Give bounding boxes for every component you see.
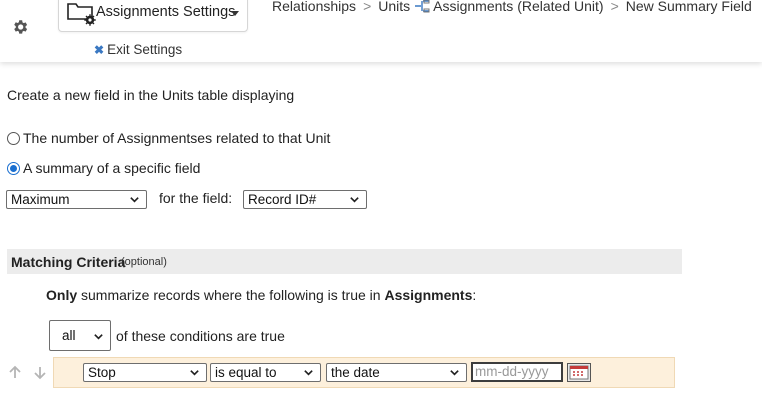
aggregate-select[interactable]: Maximum xyxy=(6,190,147,209)
date-placeholder: mm-dd-yyyy xyxy=(475,364,549,379)
breadcrumb-separator: > xyxy=(610,0,619,14)
chevron-down-icon xyxy=(304,370,313,376)
relationship-icon xyxy=(415,0,430,13)
all-any-value: all xyxy=(62,328,76,343)
arrow-up-icon[interactable] xyxy=(8,365,22,380)
settings-label: Assignments Settings xyxy=(96,4,236,20)
breadcrumb-units[interactable]: Units xyxy=(378,0,410,14)
radio-count[interactable] xyxy=(7,131,20,145)
only-table: Assignments xyxy=(384,287,473,303)
exit-settings-label: Exit Settings xyxy=(107,42,183,57)
exit-settings-link[interactable]: ✖ Exit Settings xyxy=(94,42,182,57)
option-summary-label: A summary of a specific field xyxy=(23,160,201,176)
option-summary-radio[interactable]: A summary of a specific field xyxy=(7,160,200,176)
breadcrumb-relationships[interactable]: Relationships xyxy=(272,0,356,14)
arrow-down-icon[interactable] xyxy=(33,365,47,380)
breadcrumb-current: New Summary Field xyxy=(625,0,752,14)
condition-operator-select[interactable]: is equal to xyxy=(210,363,321,382)
intro-text: Create a new field in the Units table di… xyxy=(7,87,295,103)
option-count-label: The number of Assignmentses related to t… xyxy=(23,130,331,146)
condition-operator-value: is equal to xyxy=(215,365,277,380)
conditions-text: of these conditions are true xyxy=(116,328,285,344)
matching-criteria-optional: (optional) xyxy=(121,256,167,268)
field-value: Record ID# xyxy=(248,192,317,207)
condition-field-select[interactable]: Stop xyxy=(83,363,207,382)
chevron-down-icon xyxy=(190,370,199,376)
chevron-down-icon xyxy=(450,370,459,376)
all-any-select[interactable]: all xyxy=(49,320,111,351)
condition-value-type-select[interactable]: the date xyxy=(326,363,467,382)
condition-field-value: Stop xyxy=(88,365,116,380)
radio-summary[interactable] xyxy=(7,161,20,175)
only-label: Only xyxy=(46,287,78,303)
condition-date-input[interactable]: mm-dd-yyyy xyxy=(471,362,563,382)
top-bar: Assignments Settings ✖ Exit Settings Rela… xyxy=(0,0,762,62)
calendar-icon[interactable] xyxy=(567,363,591,382)
chevron-down-icon xyxy=(350,197,359,203)
field-select[interactable]: Record ID# xyxy=(243,190,367,209)
only-middle: summarize records where the following is… xyxy=(77,287,385,303)
folder-settings-icon xyxy=(67,3,96,26)
summarize-condition-text: Only summarize records where the followi… xyxy=(46,287,476,303)
breadcrumb-assignments[interactable]: Assignments (Related Unit) xyxy=(433,0,603,14)
matching-criteria-header: Matching Criteria (optional) xyxy=(7,249,682,274)
chevron-down-icon xyxy=(231,11,239,16)
aggregate-value: Maximum xyxy=(11,192,70,207)
for-field-label: for the field: xyxy=(159,190,233,206)
breadcrumb: Relationships > Units Assignments (Related … xyxy=(272,0,752,14)
close-icon: ✖ xyxy=(94,43,105,57)
option-count-radio[interactable]: The number of Assignmentses related to t… xyxy=(7,130,330,146)
only-suffix: : xyxy=(472,287,477,303)
breadcrumb-separator: > xyxy=(363,0,372,14)
matching-criteria-title: Matching Criteria xyxy=(11,254,126,270)
chevron-down-icon xyxy=(94,334,103,340)
chevron-down-icon xyxy=(130,197,139,203)
gear-icon[interactable] xyxy=(11,18,29,36)
settings-menu-button[interactable]: Assignments Settings xyxy=(58,0,248,32)
condition-value-type-value: the date xyxy=(331,365,380,380)
